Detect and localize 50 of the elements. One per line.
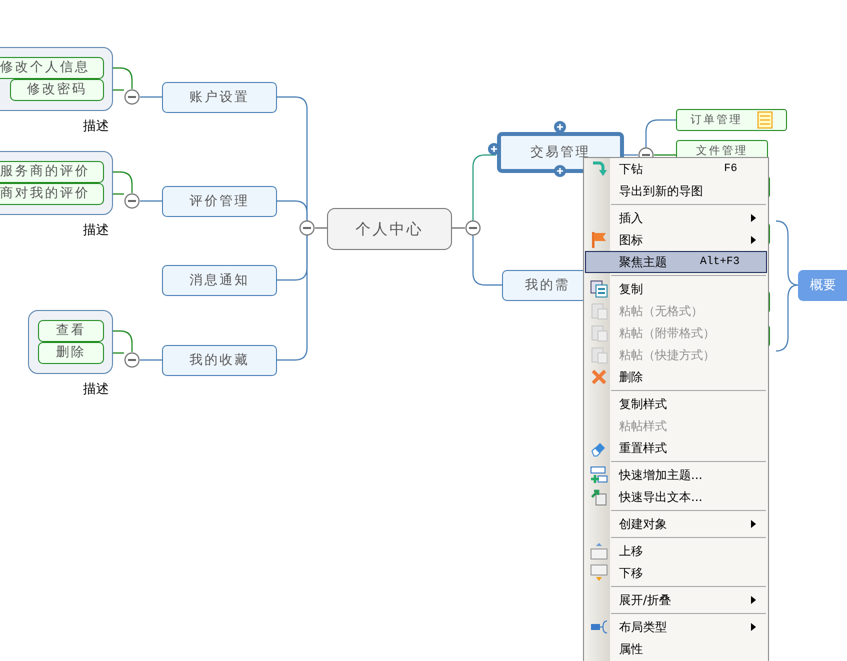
- subtopic-node[interactable]: 商对我的评价: [0, 183, 104, 205]
- paste-icon: [590, 302, 608, 320]
- add-topic-icon: [590, 466, 608, 484]
- subtopic-node[interactable]: 服务商的评价: [0, 161, 104, 183]
- boundary-label: 描述: [83, 222, 109, 240]
- menu-item[interactable]: 图标: [585, 229, 767, 251]
- paste-icon: [590, 324, 608, 342]
- layout-icon: [590, 618, 608, 636]
- boundary-label: 描述: [83, 381, 109, 399]
- topic-node[interactable]: 账户设置: [162, 82, 277, 113]
- menu-item[interactable]: 快速增加主题...: [585, 464, 767, 486]
- menu-item[interactable]: 展开/折叠: [585, 589, 767, 611]
- subtopic-node[interactable]: 修改个人信息: [0, 57, 104, 79]
- menu-item[interactable]: 插入: [585, 207, 767, 229]
- move-down-icon: [590, 564, 608, 582]
- collapse-button[interactable]: [124, 89, 140, 105]
- menu-item[interactable]: 快速导出文本...: [585, 486, 767, 508]
- collapse-button[interactable]: [299, 220, 315, 236]
- subtopic-node[interactable]: 删除: [38, 342, 104, 364]
- menu-item[interactable]: 复制样式: [585, 393, 767, 415]
- delete-icon: [590, 368, 608, 386]
- menu-item[interactable]: 上移: [585, 540, 767, 562]
- copy-icon: [590, 280, 608, 298]
- add-handle[interactable]: [554, 165, 566, 177]
- menu-item[interactable]: 布局类型: [585, 616, 767, 638]
- topic-node[interactable]: 评价管理: [162, 186, 277, 217]
- topic-node[interactable]: 我的收藏: [162, 345, 277, 376]
- flag-icon: [590, 231, 608, 249]
- paste-icon: [590, 346, 608, 364]
- menu-item[interactable]: 下移: [585, 562, 767, 584]
- central-topic[interactable]: 个人中心: [327, 208, 452, 250]
- collapse-button[interactable]: [124, 193, 140, 209]
- menu-item[interactable]: 创建对象: [585, 513, 767, 535]
- drill-down-icon: [590, 160, 608, 178]
- boundary-label: 描述: [83, 118, 109, 136]
- subtopic-node[interactable]: 修改密码: [10, 79, 104, 101]
- add-handle[interactable]: [554, 121, 566, 133]
- collapse-button[interactable]: [465, 220, 481, 236]
- subtopic-node[interactable]: 订单管理: [676, 109, 787, 131]
- subtopic-node[interactable]: 查看: [38, 320, 104, 342]
- topic-node[interactable]: 消息通知: [162, 265, 277, 296]
- collapse-button[interactable]: [124, 352, 140, 368]
- add-handle[interactable]: [488, 143, 500, 155]
- menu-item[interactable]: 聚焦主题 Alt+F3: [585, 251, 767, 273]
- menu-item[interactable]: 属性: [585, 638, 767, 660]
- export-text-icon: [590, 488, 608, 506]
- menu-item[interactable]: 重置样式: [585, 437, 767, 459]
- menu-item[interactable]: 删除: [585, 366, 767, 388]
- menu-item[interactable]: 导出到新的导图: [585, 180, 767, 202]
- move-up-icon: [590, 542, 608, 560]
